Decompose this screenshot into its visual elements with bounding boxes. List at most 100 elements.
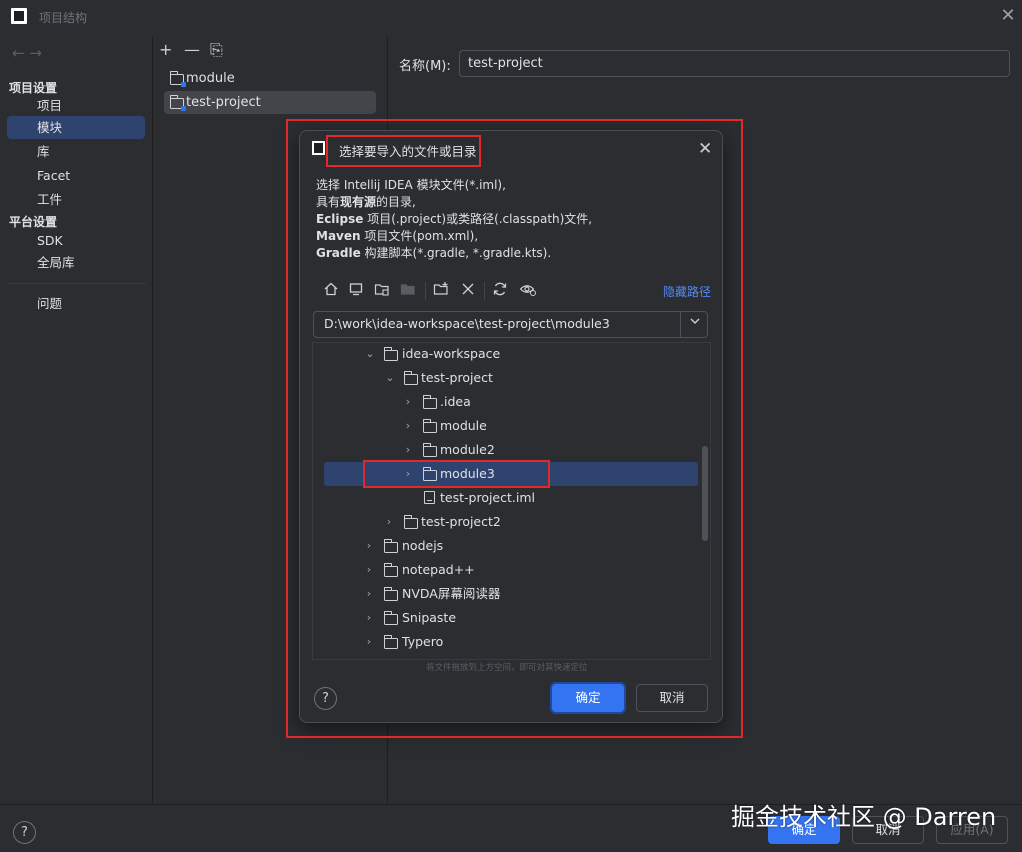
chevron-right-icon[interactable]: › xyxy=(363,606,375,630)
nav-section-platform-settings: 平台设置 xyxy=(9,215,58,229)
window-close-icon[interactable]: ✕ xyxy=(996,4,1020,28)
tree-row-label: nodejs xyxy=(402,538,444,553)
dialog-description-line: Maven 项目文件(pom.xml), xyxy=(316,229,479,243)
tree-row-label: idea-workspace xyxy=(402,346,501,361)
folder-icon xyxy=(422,467,437,481)
nav-item-modules[interactable]: 模块 xyxy=(7,116,145,139)
folder-icon xyxy=(403,515,418,529)
nav-item-facets[interactable]: Facet xyxy=(7,164,145,187)
tree-row-label: NVDA屏幕阅读器 xyxy=(402,586,501,601)
tree-row[interactable]: ⌄ idea-workspace xyxy=(362,342,662,366)
tree-row-label: module2 xyxy=(440,442,495,457)
dialog-ok-button[interactable]: 确定 xyxy=(552,684,624,712)
tree-row-label: module xyxy=(440,418,487,433)
copy-icon[interactable]: ⎘ xyxy=(210,40,223,60)
name-label: 名称(M): xyxy=(399,59,451,74)
title-bar xyxy=(0,0,1022,36)
tree-row-label: test-project xyxy=(421,370,493,385)
refresh-icon[interactable] xyxy=(492,281,508,301)
tree-row[interactable]: › notepad++ xyxy=(362,558,662,582)
chevron-right-icon[interactable]: › xyxy=(402,462,414,486)
module-folder-icon xyxy=(169,95,186,111)
nav-item-artifacts[interactable]: 工件 xyxy=(7,188,145,211)
tree-row-label: .idea xyxy=(440,394,471,409)
folder-icon xyxy=(383,563,398,577)
dialog-cancel-button[interactable]: 取消 xyxy=(636,684,708,712)
module-folder-icon xyxy=(169,71,186,87)
chevron-right-icon[interactable]: › xyxy=(402,414,414,438)
module-item-label: module xyxy=(186,71,235,86)
tree-scrollbar[interactable] xyxy=(702,446,708,541)
tree-row-label: Typero xyxy=(402,634,444,649)
tree-row[interactable]: test-project.iml xyxy=(401,486,691,510)
folder-icon xyxy=(383,611,398,625)
dialog-close-icon[interactable]: ✕ xyxy=(698,139,712,159)
chevron-right-icon[interactable]: › xyxy=(402,390,414,414)
module-list-item[interactable]: module xyxy=(164,67,376,90)
tree-row-label: test-project2 xyxy=(421,514,501,529)
hide-path-link[interactable]: 隐藏路径 xyxy=(663,283,711,300)
folder-icon xyxy=(422,419,437,433)
show-hidden-files-icon[interactable] xyxy=(519,281,537,301)
path-value[interactable]: D:\work\idea-workspace\test-project\modu… xyxy=(324,316,610,331)
name-input[interactable]: test-project xyxy=(459,50,1010,77)
nav-divider xyxy=(8,283,146,284)
intellij-logo-icon xyxy=(312,141,325,155)
dialog-description-line: 具有现有源的目录, xyxy=(316,195,416,209)
chevron-right-icon[interactable]: › xyxy=(363,558,375,582)
new-folder-icon[interactable] xyxy=(433,281,449,301)
tree-row-selected[interactable]: › module3 xyxy=(401,462,691,486)
chevron-right-icon[interactable]: › xyxy=(383,510,395,534)
nav-item-global-libraries[interactable]: 全局库 xyxy=(7,251,145,274)
tree-row[interactable]: › test-project2 xyxy=(382,510,682,534)
tree-row[interactable]: › nodejs xyxy=(362,534,662,558)
chevron-right-icon[interactable]: › xyxy=(363,582,375,606)
intellij-logo-icon xyxy=(11,8,27,24)
folder-icon xyxy=(383,347,398,361)
tree-row[interactable]: › NVDA屏幕阅读器 xyxy=(362,582,662,606)
chevron-right-icon[interactable]: › xyxy=(402,438,414,462)
project-folder-icon[interactable] xyxy=(374,281,390,301)
nav-item-problems[interactable]: 问题 xyxy=(7,292,145,315)
add-icon[interactable]: + xyxy=(159,40,172,59)
dialog-help-button[interactable]: ? xyxy=(314,687,337,710)
dialog-title: 选择要导入的文件或目录 xyxy=(339,144,477,159)
nav-item-libraries[interactable]: 库 xyxy=(7,140,145,163)
module-folder-disabled-icon xyxy=(400,281,416,301)
nav-item-sdk[interactable]: SDK xyxy=(7,229,145,252)
path-combobox-divider xyxy=(680,312,681,337)
chevron-down-icon[interactable]: ⌄ xyxy=(364,342,376,366)
remove-icon[interactable]: — xyxy=(184,40,200,59)
home-icon[interactable] xyxy=(323,281,339,301)
tree-row[interactable]: › module2 xyxy=(401,438,691,462)
tree-row-label: test-project.iml xyxy=(440,490,535,505)
tree-row[interactable]: › Typero xyxy=(362,630,662,654)
watermark: 掘金技术社区 @ Darren xyxy=(731,803,997,831)
tree-row[interactable]: ⌄ test-project xyxy=(382,366,682,390)
dialog-description-line: Gradle 构建脚本(*.gradle, *.gradle.kts). xyxy=(316,246,552,260)
folder-icon xyxy=(422,395,437,409)
nav-item-project[interactable]: 项目 xyxy=(7,94,145,117)
module-list-item-selected[interactable]: test-project xyxy=(164,91,376,114)
toolbar-separator xyxy=(484,282,485,300)
delete-icon[interactable] xyxy=(460,281,476,301)
desktop-icon[interactable] xyxy=(348,281,364,301)
dialog-description-line: Eclipse 项目(.project)或类路径(.classpath)文件, xyxy=(316,212,593,226)
tree-row-label: Snipaste xyxy=(402,610,457,625)
tree-row[interactable]: › Snipaste xyxy=(362,606,662,630)
tree-row[interactable]: › .idea xyxy=(401,390,691,414)
help-button[interactable]: ? xyxy=(13,821,36,844)
dialog-description-line: 选择 Intellij IDEA 模块文件(*.iml), xyxy=(316,178,506,192)
folder-icon xyxy=(383,635,398,649)
chevron-down-icon[interactable] xyxy=(688,314,702,332)
chevron-down-icon[interactable]: ⌄ xyxy=(384,366,396,390)
iml-file-icon xyxy=(424,491,435,504)
chevron-right-icon[interactable]: › xyxy=(363,630,375,654)
folder-icon xyxy=(383,587,398,601)
folder-icon xyxy=(422,443,437,457)
tree-row-label: notepad++ xyxy=(402,562,475,577)
tree-row[interactable]: › module xyxy=(401,414,691,438)
drop-hint: 将文件拖放到上方空间，即可对其快速定位 xyxy=(426,663,588,673)
chevron-right-icon[interactable]: › xyxy=(363,534,375,558)
nav-back-forward-icons[interactable]: ← → xyxy=(12,44,42,62)
